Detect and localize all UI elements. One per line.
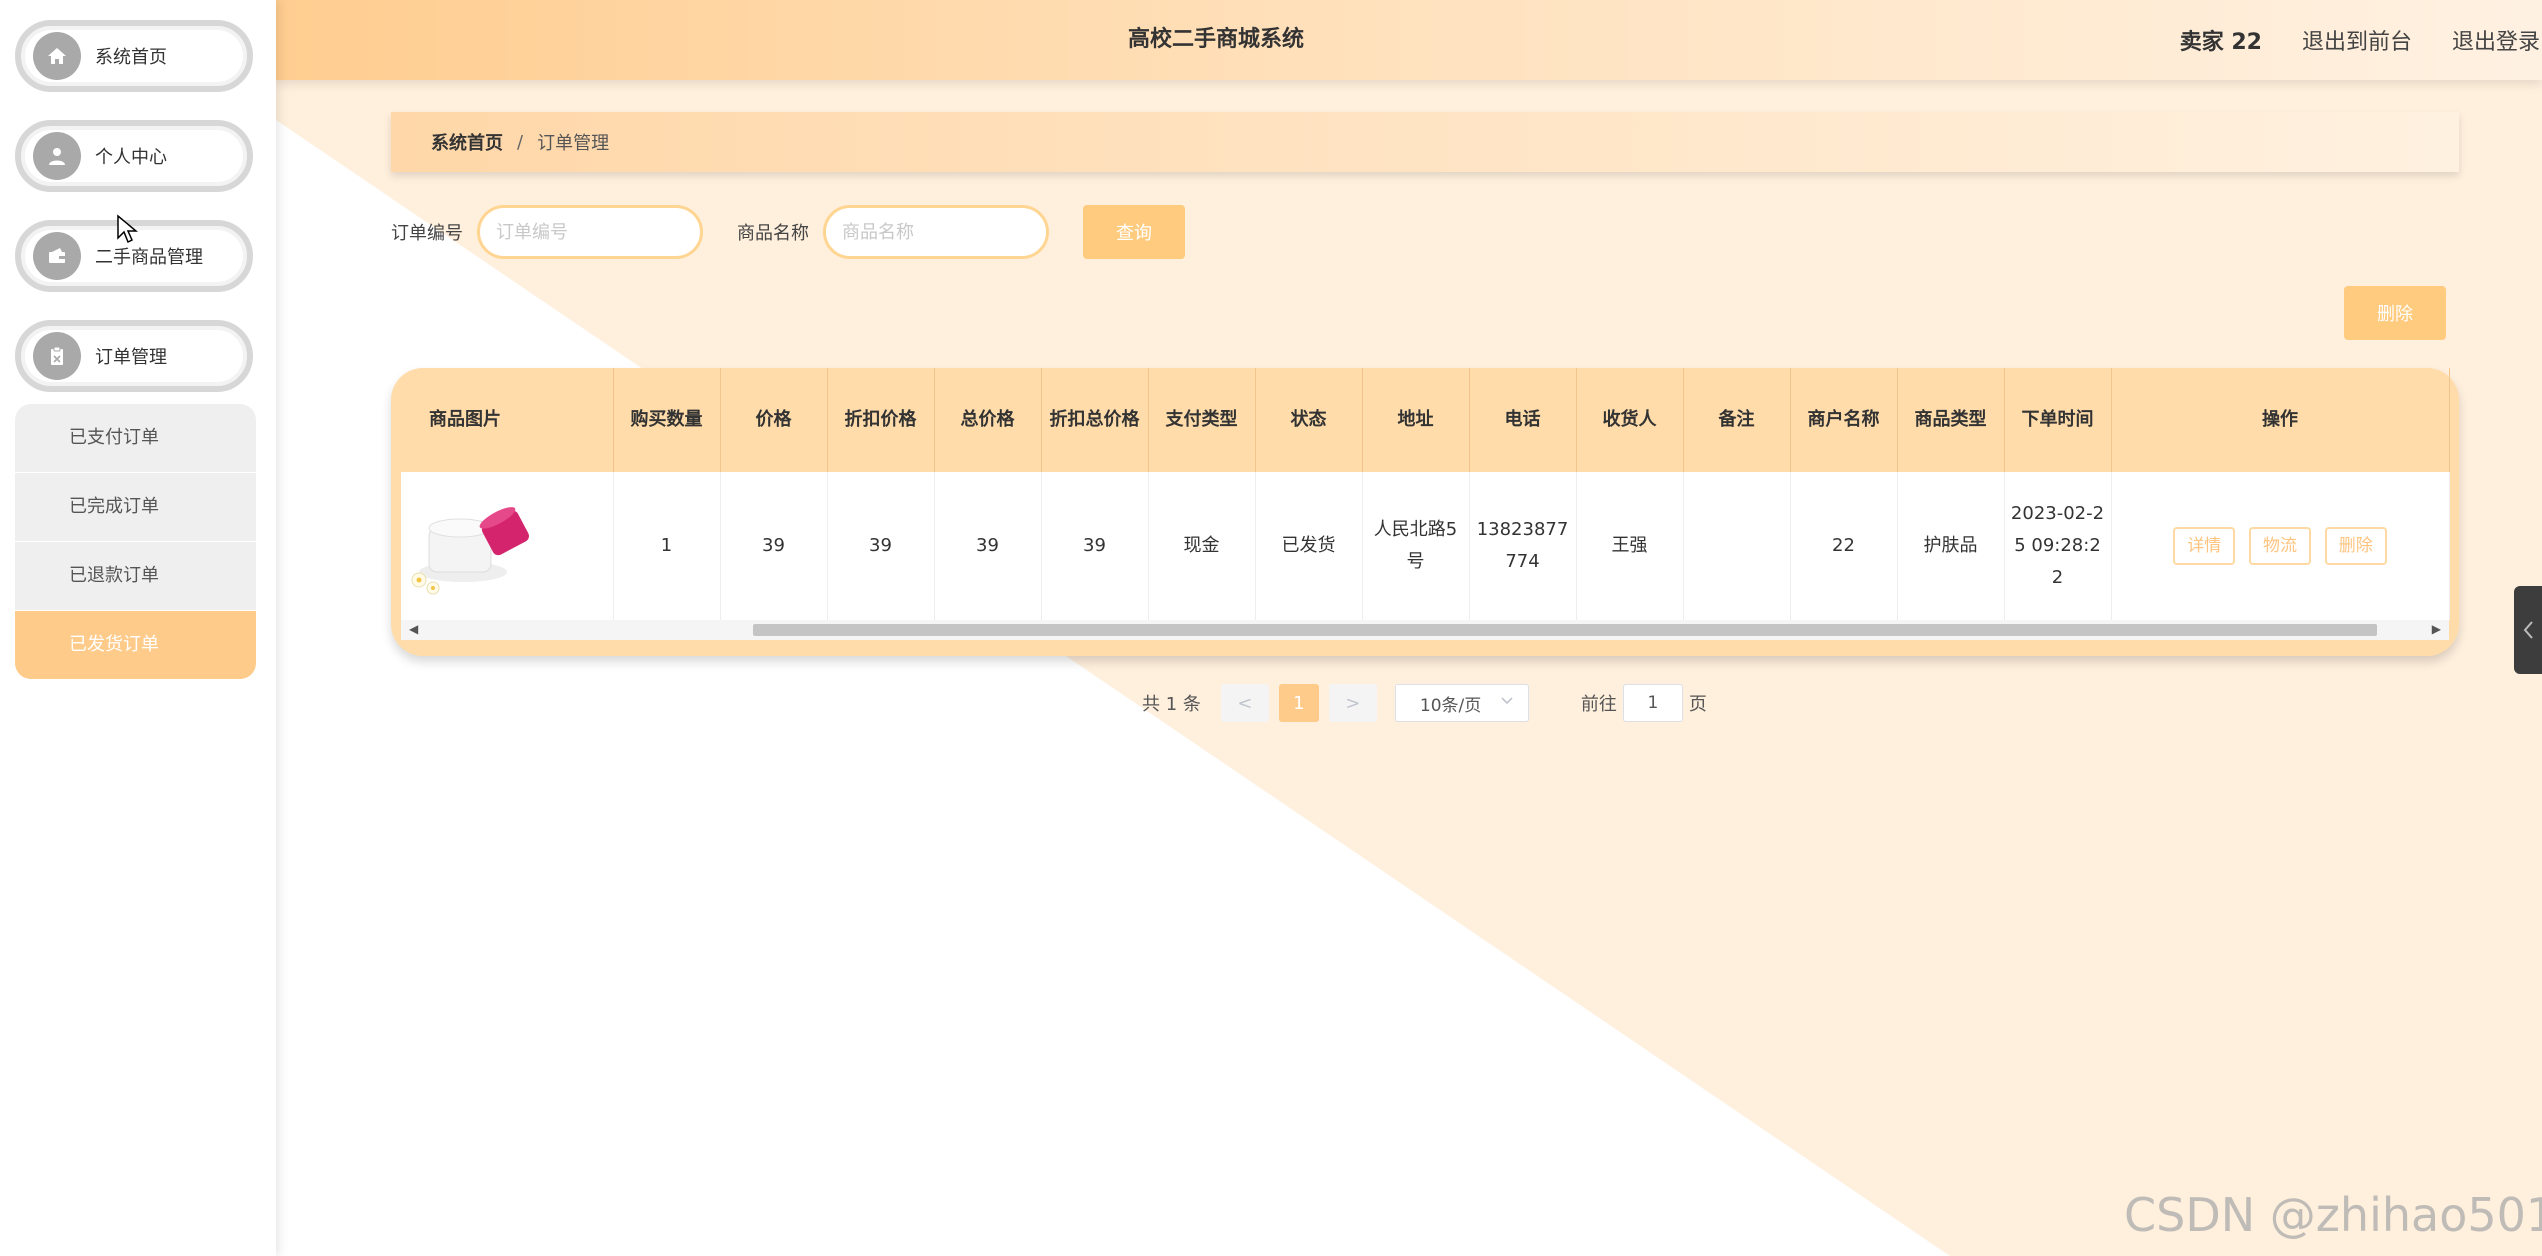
watermark: CSDN @zhihao501 [2124, 1188, 2542, 1242]
column-header: 状态 [1255, 368, 1363, 472]
table-row: 1 39 39 39 39 现金 已发货 人民北路5号 13823877774 … [401, 472, 2450, 620]
top-header: 高校二手商城系统 卖家 22 退出到前台 退出登录 [276, 0, 2542, 80]
column-header: 商品类型 [1897, 368, 2005, 472]
column-header: 商品图片 [401, 368, 614, 472]
breadcrumb: 系统首页 / 订单管理 [391, 112, 2459, 172]
merchant-cell: 22 [1790, 472, 1898, 620]
total-count: 共 1 条 [1142, 694, 1201, 715]
pagination: 共 1 条 < 1 > 10条/页 前往 页 [1142, 684, 1707, 722]
orders-submenu: 已支付订单 已完成订单 已退款订单 已发货订单 [15, 404, 256, 679]
discount-total-cell: 39 [1041, 472, 1149, 620]
order-no-label: 订单编号 [391, 223, 463, 244]
submenu-item-paid[interactable]: 已支付订单 [15, 404, 256, 473]
sidebar-item-profile[interactable]: 个人中心 [15, 120, 253, 192]
price-cell: 39 [720, 472, 828, 620]
status-cell: 已发货 [1255, 472, 1363, 620]
delete-row-button[interactable]: 删除 [2324, 527, 2387, 565]
pay-type-cell: 现金 [1148, 472, 1256, 620]
total-price-cell: 39 [934, 472, 1042, 620]
chevron-down-icon [1501, 697, 1513, 705]
clipboard-icon [33, 332, 81, 380]
sidebar-item-label: 订单管理 [95, 347, 167, 368]
column-header: 下单时间 [2004, 368, 2112, 472]
logout-link[interactable]: 退出登录 [2452, 24, 2540, 56]
submenu-item-refunded[interactable]: 已退款订单 [15, 542, 256, 611]
column-header: 支付类型 [1148, 368, 1256, 472]
collapse-panel-tab[interactable] [2514, 586, 2542, 674]
breadcrumb-home[interactable]: 系统首页 [431, 129, 503, 155]
breadcrumb-separator: / [517, 131, 524, 153]
page-number-button[interactable]: 1 [1278, 684, 1319, 722]
detail-button[interactable]: 详情 [2173, 527, 2236, 565]
goods-name-input[interactable] [823, 205, 1049, 259]
chevron-left-icon [2523, 621, 2533, 639]
column-header: 电话 [1469, 368, 1577, 472]
page-size-value: 10条/页 [1419, 695, 1482, 716]
sidebar-item-label: 系统首页 [95, 47, 167, 68]
horizontal-scrollbar[interactable]: ◀ ▶ [401, 620, 2449, 640]
goto-label: 前往 [1580, 694, 1617, 715]
sidebar-item-label: 二手商品管理 [95, 247, 203, 268]
goto-page-input[interactable] [1622, 684, 1683, 722]
scroll-left-icon[interactable]: ◀ [409, 622, 418, 636]
column-header: 价格 [720, 368, 828, 472]
submenu-item-shipped[interactable]: 已发货订单 [15, 611, 256, 679]
column-header: 折扣总价格 [1041, 368, 1149, 472]
current-user: 卖家 22 [2179, 30, 2262, 55]
breadcrumb-current: 订单管理 [537, 133, 610, 154]
column-header: 购买数量 [613, 368, 721, 472]
goods-name-label: 商品名称 [737, 223, 809, 244]
orders-table-container: 商品图片 购买数量 价格 折扣价格 总价格 折扣总价格 支付类型 状态 地址 电… [391, 368, 2459, 656]
submenu-item-completed[interactable]: 已完成订单 [15, 473, 256, 542]
prev-page-button[interactable]: < [1220, 684, 1269, 722]
exit-to-front-link[interactable]: 退出到前台 [2302, 24, 2412, 56]
column-header: 折扣价格 [827, 368, 935, 472]
search-button[interactable]: 查询 [1083, 205, 1185, 259]
discount-price-cell: 39 [827, 472, 935, 620]
cream-jar-image [401, 475, 541, 606]
goods-image-cell [401, 472, 614, 620]
orders-table: 商品图片 购买数量 价格 折扣价格 总价格 折扣总价格 支付类型 状态 地址 电… [401, 368, 2450, 620]
address-cell: 人民北路5号 [1362, 472, 1470, 620]
column-header: 地址 [1362, 368, 1470, 472]
sidebar-item-home[interactable]: 系统首页 [15, 20, 253, 92]
goods-type-cell: 护肤品 [1897, 472, 2005, 620]
page-unit: 页 [1688, 694, 1707, 715]
column-header: 商户名称 [1790, 368, 1898, 472]
column-header: 操作 [2111, 368, 2450, 472]
actions-cell: 详情 物流 删除 [2111, 472, 2450, 620]
table-header-row: 商品图片 购买数量 价格 折扣价格 总价格 折扣总价格 支付类型 状态 地址 电… [401, 368, 2450, 472]
quantity-cell: 1 [613, 472, 721, 620]
user-icon [33, 132, 81, 180]
sidebar: 系统首页 个人中心 二手商品管理 订单管理 已支付订单 已完成订单 已退款订单 … [0, 0, 276, 1256]
home-icon [33, 32, 81, 80]
phone-cell: 13823877774 [1469, 472, 1577, 620]
remark-cell [1683, 472, 1791, 620]
next-page-button[interactable]: > [1328, 684, 1377, 722]
scrollbar-thumb[interactable] [753, 624, 2377, 636]
batch-delete-button[interactable]: 删除 [2344, 286, 2446, 340]
column-header: 备注 [1683, 368, 1791, 472]
header-actions: 卖家 22 退出到前台 退出登录 [2180, 0, 2542, 80]
column-header: 总价格 [934, 368, 1042, 472]
sidebar-item-orders[interactable]: 订单管理 [15, 320, 253, 392]
sidebar-item-label: 个人中心 [95, 147, 167, 168]
order-no-input[interactable] [477, 205, 703, 259]
mouse-cursor-icon [117, 214, 138, 244]
receiver-cell: 王强 [1576, 472, 1684, 620]
search-bar: 订单编号 商品名称 查询 [391, 205, 1185, 259]
wallet-icon [33, 232, 81, 280]
column-header: 收货人 [1576, 368, 1684, 472]
scroll-right-icon[interactable]: ▶ [2432, 622, 2441, 636]
logistics-button[interactable]: 物流 [2249, 527, 2311, 565]
order-time-cell: 2023-02-25 09:28:22 [2004, 472, 2112, 620]
page-size-select[interactable]: 10条/页 [1394, 684, 1529, 722]
app-title: 高校二手商城系统 [1127, 27, 1304, 52]
